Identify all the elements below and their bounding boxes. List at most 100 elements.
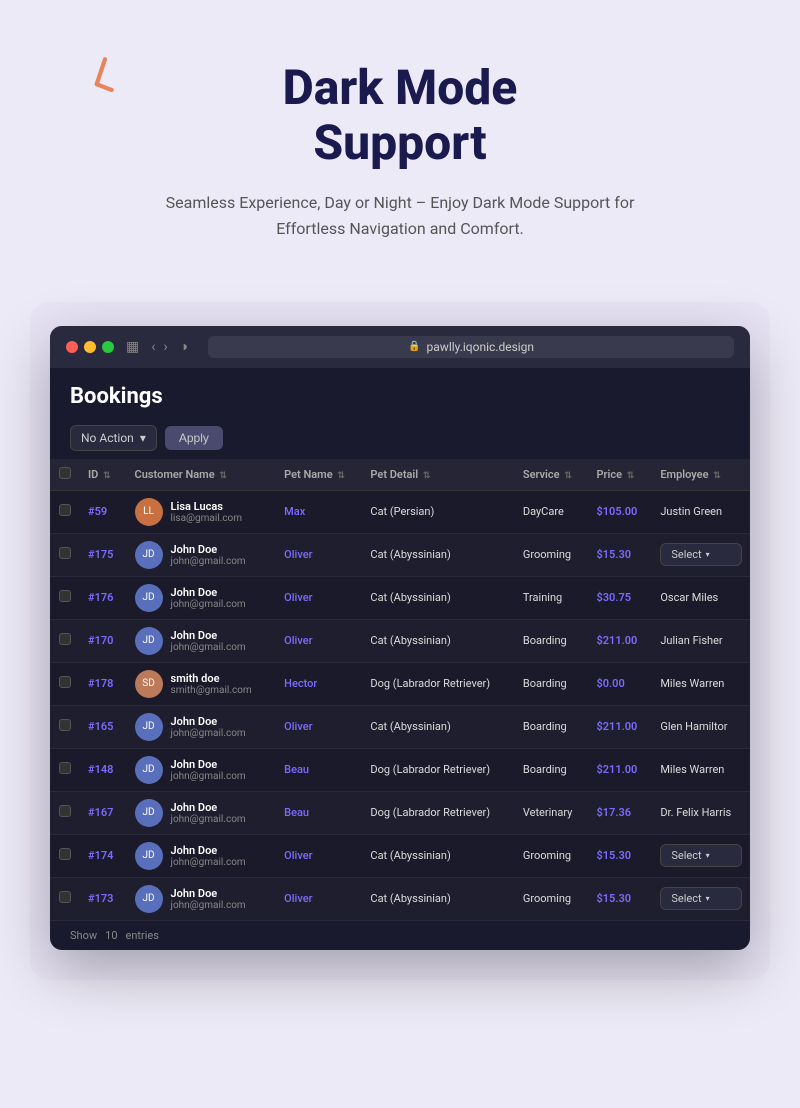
customer-email: john@gmail.com	[171, 900, 246, 911]
table-row: #173 JD John Doe john@gmail.com OliverCa…	[50, 877, 750, 920]
row-price: $211.00	[588, 748, 652, 791]
hero-title: Dark Mode Support	[100, 60, 700, 170]
row-id[interactable]: #174	[80, 834, 127, 877]
dot-green[interactable]	[102, 341, 114, 353]
row-pet-name[interactable]: Oliver	[276, 834, 362, 877]
apply-button[interactable]: Apply	[165, 426, 223, 450]
row-checkbox[interactable]	[59, 547, 71, 559]
row-checkbox[interactable]	[59, 762, 71, 774]
row-pet-name[interactable]: Oliver	[276, 705, 362, 748]
th-service[interactable]: Service ⇅	[515, 459, 589, 491]
dropdown-chevron-icon: ▾	[706, 851, 710, 860]
row-pet-detail: Dog (Labrador Retriever)	[362, 662, 514, 705]
customer-email: john@gmail.com	[171, 857, 246, 868]
th-id[interactable]: ID ⇅	[80, 459, 127, 491]
row-pet-detail: Cat (Abyssinian)	[362, 576, 514, 619]
employee-select-dropdown[interactable]: Select ▾	[660, 887, 742, 910]
row-id[interactable]: #59	[80, 490, 127, 533]
show-label: Show	[70, 929, 97, 942]
row-checkbox-cell	[50, 705, 80, 748]
select-label: Select	[671, 892, 701, 905]
dropdown-chevron-icon: ▾	[706, 894, 710, 903]
employee-select-dropdown[interactable]: Select ▾	[660, 543, 742, 566]
customer-info: Lisa Lucas lisa@gmail.com	[171, 500, 242, 524]
customer-name: John Doe	[171, 543, 246, 556]
row-checkbox[interactable]	[59, 676, 71, 688]
row-id[interactable]: #170	[80, 619, 127, 662]
row-id[interactable]: #165	[80, 705, 127, 748]
row-pet-detail: Cat (Abyssinian)	[362, 533, 514, 576]
table-row: #148 JD John Doe john@gmail.com BeauDog …	[50, 748, 750, 791]
row-id[interactable]: #148	[80, 748, 127, 791]
row-id[interactable]: #176	[80, 576, 127, 619]
row-price: $15.30	[588, 877, 652, 920]
customer-email: john@gmail.com	[171, 814, 246, 825]
action-dropdown[interactable]: No Action ▾	[70, 425, 157, 451]
row-pet-name[interactable]: Hector	[276, 662, 362, 705]
row-employee: Julian Fisher	[652, 619, 750, 662]
row-checkbox-cell	[50, 576, 80, 619]
customer-info: John Doe john@gmail.com	[171, 629, 246, 653]
row-id[interactable]: #178	[80, 662, 127, 705]
select-label: Select	[671, 849, 701, 862]
th-employee[interactable]: Employee ⇅	[652, 459, 750, 491]
row-checkbox[interactable]	[59, 805, 71, 817]
address-bar[interactable]: 🔒 pawlly.iqonic.design	[208, 336, 734, 358]
customer-email: john@gmail.com	[171, 728, 246, 739]
row-pet-name[interactable]: Beau	[276, 791, 362, 834]
row-employee[interactable]: Select ▾	[652, 533, 750, 576]
avatar: JD	[135, 627, 163, 655]
row-checkbox[interactable]	[59, 848, 71, 860]
customer-email: john@gmail.com	[171, 771, 246, 782]
row-pet-name[interactable]: Beau	[276, 748, 362, 791]
th-pet-detail[interactable]: Pet Detail ⇅	[362, 459, 514, 491]
row-checkbox[interactable]	[59, 891, 71, 903]
dot-yellow[interactable]	[84, 341, 96, 353]
row-checkbox[interactable]	[59, 590, 71, 602]
row-id[interactable]: #175	[80, 533, 127, 576]
row-checkbox-cell	[50, 834, 80, 877]
row-customer: JD John Doe john@gmail.com	[127, 748, 277, 791]
back-icon[interactable]: ‹	[151, 339, 155, 355]
customer-email: john@gmail.com	[171, 556, 246, 567]
row-pet-detail: Dog (Labrador Retriever)	[362, 748, 514, 791]
row-service: Training	[515, 576, 589, 619]
customer-email: lisa@gmail.com	[171, 513, 242, 524]
theme-toggle-icon[interactable]: ◑	[180, 338, 188, 355]
th-pet-name[interactable]: Pet Name ⇅	[276, 459, 362, 491]
entries-label: entries	[126, 929, 159, 942]
th-price[interactable]: Price ⇅	[588, 459, 652, 491]
row-pet-name[interactable]: Oliver	[276, 533, 362, 576]
customer-info: smith doe smith@gmail.com	[171, 672, 252, 696]
row-price: $17.36	[588, 791, 652, 834]
customer-name: John Doe	[171, 629, 246, 642]
dot-red[interactable]	[66, 341, 78, 353]
row-pet-name[interactable]: Oliver	[276, 576, 362, 619]
entries-count: 10	[105, 929, 117, 942]
lock-icon: 🔒	[408, 341, 420, 352]
row-id[interactable]: #167	[80, 791, 127, 834]
row-employee[interactable]: Select ▾	[652, 877, 750, 920]
browser-dots	[66, 341, 114, 353]
avatar: JD	[135, 541, 163, 569]
row-checkbox[interactable]	[59, 633, 71, 645]
row-pet-detail: Cat (Persian)	[362, 490, 514, 533]
customer-info: John Doe john@gmail.com	[171, 543, 246, 567]
row-employee[interactable]: Select ▾	[652, 834, 750, 877]
row-checkbox[interactable]	[59, 504, 71, 516]
employee-select-dropdown[interactable]: Select ▾	[660, 844, 742, 867]
row-pet-name[interactable]: Oliver	[276, 619, 362, 662]
customer-name: John Doe	[171, 715, 246, 728]
table-row: #175 JD John Doe john@gmail.com OliverCa…	[50, 533, 750, 576]
row-checkbox[interactable]	[59, 719, 71, 731]
row-pet-name[interactable]: Max	[276, 490, 362, 533]
avatar: JD	[135, 713, 163, 741]
row-service: Grooming	[515, 533, 589, 576]
header-checkbox[interactable]	[59, 467, 71, 479]
row-pet-name[interactable]: Oliver	[276, 877, 362, 920]
avatar: JD	[135, 799, 163, 827]
forward-icon[interactable]: ›	[163, 339, 167, 355]
row-id[interactable]: #173	[80, 877, 127, 920]
th-customer[interactable]: Customer Name ⇅	[127, 459, 277, 491]
customer-info: John Doe john@gmail.com	[171, 887, 246, 911]
